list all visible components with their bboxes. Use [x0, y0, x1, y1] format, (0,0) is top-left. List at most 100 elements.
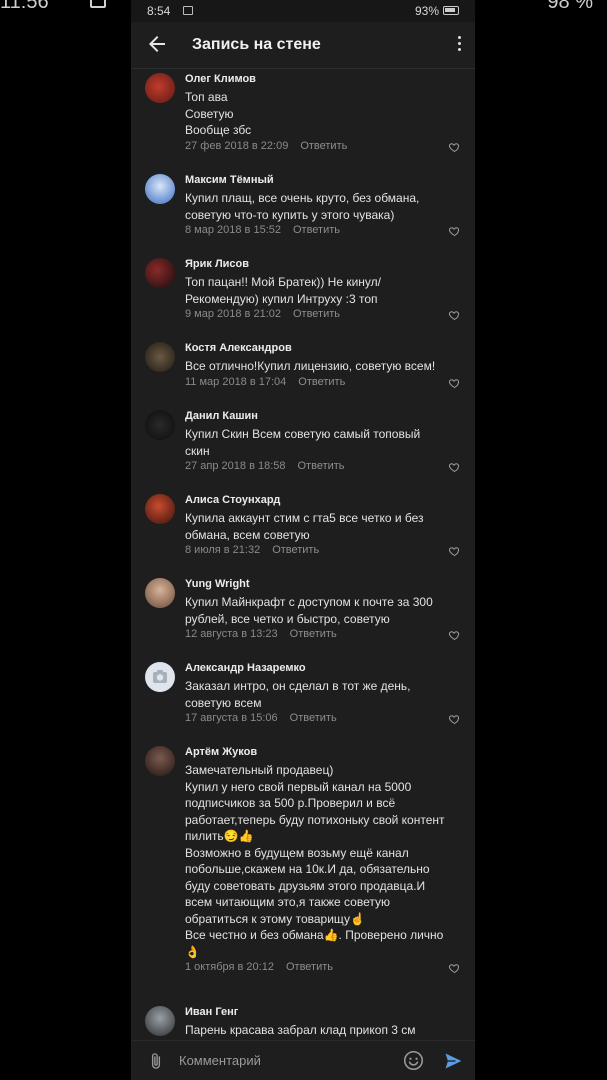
comment-author[interactable]: Алиса Стоунхард [185, 494, 280, 506]
like-heart-icon[interactable] [448, 377, 461, 389]
more-options-icon[interactable] [455, 34, 463, 56]
comment-text: Все отлично!Купил лицензию, советую всем… [185, 358, 455, 375]
reply-link[interactable]: Ответить [290, 712, 337, 724]
comment-meta: 17 августа в 15:06 Ответить [185, 712, 337, 724]
reply-link[interactable]: Ответить [290, 628, 337, 640]
like-heart-icon[interactable] [448, 461, 461, 473]
comment-date: 1 октября в 20:12 [185, 961, 274, 973]
comment-line: советую что-то купить у этого чувака) [185, 207, 395, 222]
comment-date: 11 мар 2018 в 17:04 [185, 375, 287, 388]
back-arrow-icon[interactable] [145, 32, 169, 56]
comment-line: буду советовать друзьям этого продавца.И [185, 878, 426, 893]
comment-author[interactable]: Данил Кашин [185, 410, 258, 422]
avatar[interactable] [145, 342, 175, 372]
avatar[interactable] [145, 746, 175, 776]
comment-author[interactable]: Артём Жуков [185, 746, 257, 758]
comment-line: всем читающим это,я также советую [185, 895, 390, 909]
comment-line: подписчиков за 500 р.Проверил и всё [185, 796, 396, 810]
comment-line: Купил Скин Всем советую самый топовый [185, 427, 421, 441]
comment-line: обратиться к этому товарищу☝️ [185, 911, 365, 926]
comment-line: рублей, все четко и быстро, советую [185, 611, 390, 626]
reply-link[interactable]: Ответить [293, 224, 340, 236]
comment-text: Парень красава забрал клад прикоп 3 см [185, 1022, 455, 1039]
comment-author[interactable]: Ярик Лисов [185, 258, 249, 270]
battery-icon [443, 6, 459, 15]
like-heart-icon[interactable] [448, 713, 461, 725]
comment-meta: 8 мар 2018 в 15:52 Ответить [185, 224, 340, 236]
image-icon [183, 6, 193, 15]
avatar[interactable] [145, 494, 175, 524]
like-heart-icon[interactable] [448, 629, 461, 641]
comment-text: Купил плащ, все очень круто, без обмана,… [185, 190, 455, 223]
comment-author[interactable]: Олег Климов [185, 73, 256, 85]
comment-date: 8 июля в 21:32 [185, 544, 261, 556]
comment-line: Рекомендую) купил Интруху :3 топ [185, 291, 378, 306]
comment-line: Все честно и без обмана👍. Проверено личн… [185, 928, 444, 942]
like-heart-icon[interactable] [448, 545, 461, 557]
reply-link[interactable]: Ответить [298, 460, 345, 472]
avatar[interactable] [145, 578, 175, 608]
battery-percent: 93% [414, 4, 439, 18]
comment-line: побольше,скажем на 10к.И да, обязательно [185, 862, 430, 876]
comment-line: 👌 [185, 944, 200, 959]
send-icon[interactable] [443, 1051, 463, 1071]
comments-list: Олег Климов Топ ава Советую Вообще збс 27 фе… [131, 69, 475, 1039]
comment-line: Купил плащ, все очень круто, без обмана, [185, 191, 420, 205]
comment-author[interactable]: Максим Тёмный [185, 174, 274, 186]
reply-link[interactable]: Ответить [298, 376, 345, 388]
outer-battery: 98 % [547, 0, 593, 13]
avatar[interactable] [145, 73, 175, 103]
comment-date: 12 августа в 13:23 [185, 628, 278, 640]
status-time: 8:54 [147, 4, 171, 18]
comment-date: 9 мар 2018 в 21:02 [185, 308, 281, 320]
comment-author[interactable]: Иван Генг [185, 1006, 238, 1018]
comment-meta: 8 июля в 21:32 Ответить [185, 544, 319, 556]
like-heart-icon[interactable] [448, 309, 461, 321]
avatar[interactable] [145, 174, 175, 204]
comment-line: Советую [185, 106, 234, 121]
comment-line: советую всем [185, 695, 262, 710]
comment-meta: 9 мар 2018 в 21:02 Ответить [185, 308, 340, 320]
avatar[interactable] [145, 662, 175, 692]
avatar[interactable] [145, 258, 175, 288]
emoji-icon[interactable] [403, 1050, 424, 1071]
comment-date: 27 фев 2018 в 22:09 [185, 139, 289, 152]
comment-meta: 11 мар 2018 в 17:04 Ответить [185, 376, 345, 388]
comment-line: Парень красава забрал клад прикоп 3 см [185, 1023, 416, 1037]
comment-line: Все отлично!Купил лицензию, советую всем… [185, 359, 436, 373]
comment-date: 8 мар 2018 в 15:52 [185, 224, 281, 236]
outer-time: 11:56 [0, 0, 49, 13]
like-heart-icon[interactable] [448, 225, 461, 237]
comment-line: Заказал интро, он сделал в тот же день, [185, 679, 411, 693]
comment-author[interactable]: Александр Назаремко [185, 662, 306, 674]
comment-line: Топ пацан!! Мой Братек)) Не кинул/ [185, 275, 381, 289]
comment-line: Купил Майнкрафт с доступом к почте за 30… [185, 595, 433, 609]
comment-meta: 27 апр 2018 в 18:58 Ответить [185, 460, 345, 472]
comment-text: Купил Майнкрафт с доступом к почте за 30… [185, 594, 455, 627]
comment-line: обмана, всем советую [185, 527, 310, 542]
comment-text: Замечательный продавец) Купил у него свой… [185, 762, 455, 960]
comment-line: пилить😏👍 [185, 829, 254, 843]
avatar[interactable] [145, 410, 175, 440]
comment-line: скин [185, 443, 210, 458]
reply-link[interactable]: Ответить [286, 961, 333, 973]
reply-link[interactable]: Ответить [272, 544, 319, 556]
comment-line: Купила аккаунт стим с гта5 все четко и б… [185, 511, 424, 525]
comment-author[interactable]: Yung Wright [185, 578, 250, 590]
avatar[interactable] [145, 1006, 175, 1036]
comment-line: Купил у него свой первый канал на 5000 [185, 779, 412, 794]
comment-line: Топ ава [185, 90, 228, 104]
status-bar: 8:54 93% [131, 0, 475, 22]
app-bar: Запись на стене [131, 22, 475, 69]
comment-author[interactable]: Костя Александров [185, 342, 292, 354]
comment-input-bar: Комментарий [131, 1040, 475, 1080]
comment-line: Возможно в будущем возьму ещё канал [185, 845, 409, 860]
comment-input[interactable]: Комментарий [179, 1053, 261, 1068]
like-heart-icon[interactable] [448, 141, 461, 153]
comment-text: Заказал интро, он сделал в тот же день, с… [185, 678, 455, 711]
comment-meta: 27 фев 2018 в 22:09 Ответить [185, 140, 347, 152]
attach-icon[interactable] [147, 1051, 165, 1071]
reply-link[interactable]: Ответить [300, 140, 347, 152]
reply-link[interactable]: Ответить [293, 308, 340, 320]
like-heart-icon[interactable] [448, 962, 461, 974]
